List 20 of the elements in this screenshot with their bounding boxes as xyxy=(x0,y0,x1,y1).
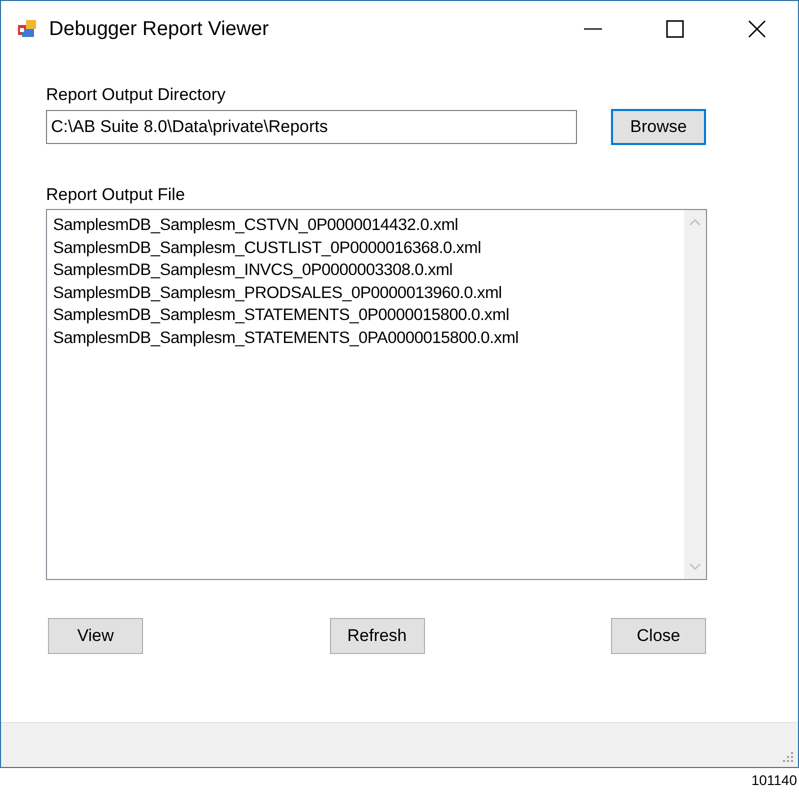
dialog-button[interactable]: Close xyxy=(611,618,706,654)
dialog-button[interactable]: Refresh xyxy=(330,618,424,654)
window-title: Debugger Report Viewer xyxy=(49,18,270,40)
file-list-item[interactable]: SamplesmDB_Samplesm_CSTVN_0P0000014432.0.xml xyxy=(53,214,458,236)
file-list-item[interactable]: SamplesmDB_Samplesm_PRODSALES_0P0000013960.0.xml xyxy=(53,282,502,304)
browse-button[interactable]: Browse xyxy=(611,109,706,145)
file-list-item[interactable]: SamplesmDB_Samplesm_INVCS_0P0000003308.0.xml xyxy=(53,259,453,282)
directory-field[interactable]: C:\AB Suite 8.0\Data\private\Reports xyxy=(46,110,577,144)
field-label: Report Output Directory xyxy=(46,85,227,105)
resize-grip-icon[interactable] xyxy=(782,751,794,763)
file-list-item[interactable]: SamplesmDB_Samplesm_CUSTLIST_0P0000016368.0.xml xyxy=(53,236,481,259)
close-icon[interactable] xyxy=(748,20,766,38)
figure-number: 101140 xyxy=(751,772,797,788)
file-list-item[interactable]: SamplesmDB_Samplesm_STATEMENTS_0P0000015800.0.xml xyxy=(53,304,510,326)
maximize-icon[interactable] xyxy=(666,20,684,38)
dialog-button[interactable]: View xyxy=(48,618,143,654)
list-label: Report Output File xyxy=(46,185,186,205)
app-icon xyxy=(17,19,37,39)
file-list[interactable] xyxy=(46,209,707,580)
file-list-item[interactable]: SamplesmDB_Samplesm_STATEMENTS_0PA0000015800.0.xml xyxy=(53,326,519,349)
